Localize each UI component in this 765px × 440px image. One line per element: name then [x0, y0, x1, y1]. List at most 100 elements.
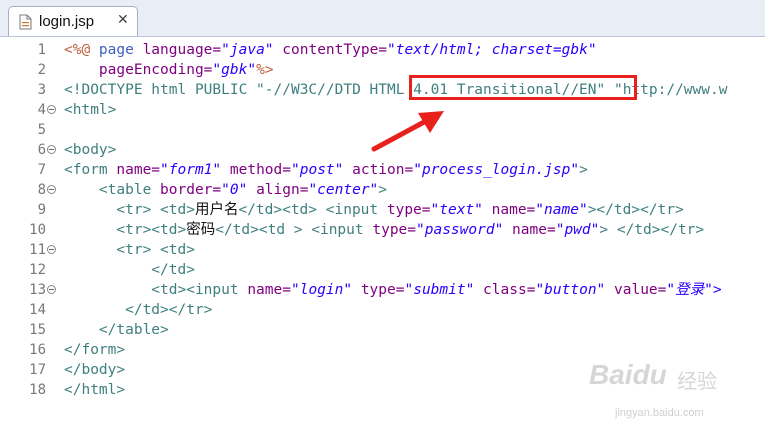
fold-toggle-icon[interactable] [47, 145, 56, 154]
watermark-url: jingyan.baidu.com [615, 407, 704, 419]
code-line[interactable]: <%@ page language="java" contentType="te… [64, 40, 597, 60]
tab-title: login.jsp [39, 13, 95, 30]
code-line[interactable]: </td> [64, 260, 195, 280]
gutter-line: 6 [0, 140, 60, 160]
gutter-line: 14 [0, 300, 60, 320]
code-token: <table [64, 182, 161, 198]
code-token: </table> [64, 322, 169, 338]
code-token: "center" [308, 182, 379, 198]
code-token: "text" [430, 202, 483, 218]
gutter-line: 11 [0, 240, 60, 260]
code-token: </td></tr> [64, 302, 213, 318]
code-token: </td><td> <input [238, 202, 387, 218]
code-token: page [98, 42, 134, 58]
fold-toggle-icon[interactable] [47, 245, 56, 254]
line-number: 18 [29, 382, 46, 398]
fold-toggle-icon[interactable] [47, 185, 56, 194]
line-number: 17 [29, 362, 46, 378]
code-line[interactable]: <tr> <td> [64, 240, 195, 260]
code-line[interactable]: <tr><td>密码</td><td > <input type="passwo… [64, 220, 704, 240]
gutter-line: 12 [0, 260, 60, 280]
code-token: <html> [64, 102, 117, 118]
code-token: > </td></tr> [599, 222, 705, 238]
code-line[interactable]: <html> [64, 100, 116, 120]
code-token: "button" [535, 282, 606, 298]
code-line[interactable]: </td></tr> [64, 300, 212, 320]
code-line[interactable]: <table border="0" align="center"> [64, 180, 387, 200]
code-token: name= [116, 162, 161, 178]
code-token: "0" [221, 182, 248, 198]
code-token: "java" [221, 42, 274, 58]
gutter-line: 9 [0, 200, 60, 220]
gutter-line: 3 [0, 80, 60, 100]
code-line[interactable]: </table> [64, 320, 169, 340]
line-number: 2 [37, 62, 46, 78]
code-token: <tr><td> [64, 222, 187, 238]
line-number: 6 [37, 142, 46, 158]
gutter-line: 1 [0, 40, 60, 60]
code-token: value= [605, 282, 667, 298]
code-token: %> [256, 62, 274, 78]
line-number: 13 [29, 282, 46, 298]
line-number: 12 [29, 262, 46, 278]
code-line[interactable]: <form name="form1" method="post" action=… [64, 160, 588, 180]
annotation-arrow-icon [371, 111, 444, 152]
line-number: 5 [37, 122, 46, 138]
code-token: border= [160, 182, 222, 198]
gutter-line: 7 [0, 160, 60, 180]
code-line[interactable]: pageEncoding="gbk"%> [64, 60, 274, 80]
line-number: 10 [29, 222, 46, 238]
code-token: pageEncoding= [64, 62, 213, 78]
gutter-line: 5 [0, 120, 60, 140]
code-token: > [378, 182, 388, 198]
code-line[interactable]: </form> [64, 340, 125, 360]
code-token: "pwd" [555, 222, 600, 238]
code-token: align= [247, 182, 309, 198]
close-icon[interactable]: ✕ [117, 12, 129, 28]
code-token: type= [352, 282, 405, 298]
line-number: 11 [29, 242, 46, 258]
editor-tab-bar: login.jsp ✕ [0, 0, 765, 37]
code-token: "submit" [404, 282, 475, 298]
code-token: method= [221, 162, 291, 178]
code-line[interactable]: <body> [64, 140, 116, 160]
code-token: <tr> <td> [64, 242, 195, 258]
line-number-ruler: 1 2 3 4 5 6 7 8 9 10 11 12 13 14 15 16 17 18 [0, 37, 60, 403]
code-token: </td> [64, 262, 195, 278]
line-number: 16 [29, 342, 46, 358]
code-token: 用户名 [194, 202, 239, 218]
code-token: "text/html; charset=gbk" [387, 42, 597, 58]
code-token: "form1" [160, 162, 222, 178]
gutter-line: 17 [0, 360, 60, 380]
line-number: 3 [37, 82, 46, 98]
baidu-jingyan-watermark: Baidu 经验 jingyan.baidu.com [585, 355, 760, 440]
code-token: <body> [64, 142, 117, 158]
gutter-line: 13 [0, 280, 60, 300]
fold-toggle-icon[interactable] [47, 105, 56, 114]
code-line[interactable]: <tr> <td>用户名</td><td> <input type="text"… [64, 200, 683, 220]
gutter-line: 4 [0, 100, 60, 120]
code-line[interactable]: </body> [64, 360, 125, 380]
code-token: "登录"> [666, 282, 722, 298]
gutter-line: 15 [0, 320, 60, 340]
watermark-cn: 经验 [677, 369, 717, 393]
code-token: name= [247, 282, 291, 298]
fold-toggle-icon[interactable] [47, 285, 56, 294]
tab-login-jsp[interactable]: login.jsp ✕ [8, 6, 138, 36]
code-token: </form> [64, 342, 126, 358]
line-number: 4 [37, 102, 46, 118]
code-line[interactable]: <td><input name="login" type="submit" cl… [64, 280, 722, 300]
code-line[interactable]: </html> [64, 380, 125, 400]
code-token: name= [503, 222, 556, 238]
code-token: </html> [64, 382, 126, 398]
code-token: "gbk" [212, 62, 257, 78]
code-editor[interactable]: 1 2 3 4 5 6 7 8 9 10 11 12 13 14 15 16 17 18 <%@ page lan… [0, 37, 765, 419]
code-token: </td><td > <input [215, 222, 373, 238]
code-token: class= [474, 282, 536, 298]
gutter-line: 18 [0, 380, 60, 400]
line-number: 1 [37, 42, 46, 58]
code-token: <%@ [64, 42, 99, 58]
code-token: language= [133, 42, 222, 58]
code-token: "post" [291, 162, 344, 178]
line-number: 15 [29, 322, 46, 338]
